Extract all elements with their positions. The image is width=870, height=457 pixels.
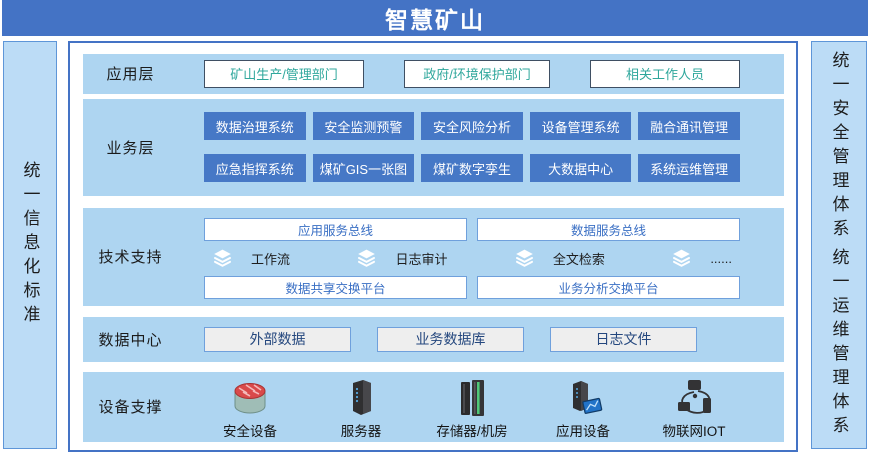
page-title: 智慧矿山 bbox=[385, 1, 485, 35]
right-standard-panel: 统一安全管理体系 统一运维管理体系 bbox=[811, 41, 867, 449]
device-iot: 物联网IOT bbox=[648, 378, 740, 440]
architecture-body: 应用层 矿山生产/管理部门 政府/环境保护部门 相关工作人员 业务层 数据治理系… bbox=[68, 41, 798, 452]
ops-system-label: 统一运维管理体系 bbox=[831, 248, 848, 440]
business-row-1: 数据治理系统 安全监测预警 安全风险分析 设备管理系统 融合通讯管理 bbox=[204, 112, 740, 140]
external-data-box: 外部数据 bbox=[204, 327, 351, 352]
device-support-items: 安全设备 服务器 bbox=[178, 372, 784, 442]
data-center-items: 外部数据 业务数据库 日志文件 bbox=[178, 317, 784, 362]
middleware-fulltext-search: 全文检索 bbox=[514, 248, 605, 268]
service-bus-line: 应用服务总线 数据服务总线 bbox=[204, 218, 740, 241]
biz-node-safety-monitoring: 安全监测预警 bbox=[313, 112, 415, 140]
fulltext-search-label: 全文检索 bbox=[553, 249, 605, 268]
layers-icon bbox=[671, 248, 692, 268]
layers-icon bbox=[356, 248, 377, 268]
middleware-workflow: 工作流 bbox=[212, 248, 290, 268]
smart-mine-architecture-diagram: 智慧矿山 统一信息化标准 统一安全管理体系 统一运维管理体系 应用层 矿山生产/… bbox=[0, 0, 870, 457]
left-standard-panel: 统一信息化标准 bbox=[3, 41, 57, 449]
device-support-row: 设备支撑 安全设备 bbox=[83, 372, 784, 442]
data-service-bus: 数据服务总线 bbox=[477, 218, 740, 241]
tech-support-label: 技术支持 bbox=[83, 208, 178, 306]
biz-node-data-governance: 数据治理系统 bbox=[204, 112, 306, 140]
more-services-label: ...... bbox=[710, 251, 732, 266]
layers-icon bbox=[212, 248, 233, 268]
workflow-label: 工作流 bbox=[251, 249, 290, 268]
security-system-label: 统一安全管理体系 bbox=[831, 51, 848, 243]
business-layer-label: 业务层 bbox=[83, 99, 178, 196]
device-application: 应用设备 bbox=[537, 378, 629, 440]
biz-node-device-management: 设备管理系统 bbox=[530, 112, 632, 140]
middleware-more: ...... bbox=[671, 248, 732, 268]
business-analysis-platform: 业务分析交换平台 bbox=[477, 276, 740, 299]
business-database-box: 业务数据库 bbox=[377, 327, 524, 352]
title-banner: 智慧矿山 bbox=[2, 0, 868, 36]
biz-node-gis-map: 煤矿GIS一张图 bbox=[313, 154, 415, 182]
exchange-platform-line: 数据共享交换平台 业务分析交换平台 bbox=[204, 276, 740, 299]
data-sharing-platform: 数据共享交换平台 bbox=[204, 276, 467, 299]
log-file-box: 日志文件 bbox=[550, 327, 697, 352]
app-service-bus: 应用服务总线 bbox=[204, 218, 467, 241]
storage-room-label: 存储器/机房 bbox=[436, 420, 507, 440]
biz-node-emergency-command: 应急指挥系统 bbox=[204, 154, 306, 182]
data-center-row: 数据中心 外部数据 业务数据库 日志文件 bbox=[83, 317, 784, 362]
business-layer-row: 业务层 数据治理系统 安全监测预警 安全风险分析 设备管理系统 融合通讯管理 应… bbox=[83, 99, 784, 196]
biz-node-risk-analysis: 安全风险分析 bbox=[421, 112, 523, 140]
application-layer-items: 矿山生产/管理部门 政府/环境保护部门 相关工作人员 bbox=[178, 54, 784, 94]
iot-network-icon bbox=[670, 378, 718, 418]
middleware-line: 工作流 日志审计 bbox=[204, 248, 740, 268]
middleware-log-audit: 日志审计 bbox=[356, 248, 447, 268]
biz-node-ops-management: 系统运维管理 bbox=[638, 154, 740, 182]
biz-node-big-data-center: 大数据中心 bbox=[530, 154, 632, 182]
iot-label: 物联网IOT bbox=[663, 420, 726, 440]
app-node-mine-production: 矿山生产/管理部门 bbox=[204, 60, 364, 88]
application-layer-row: 应用层 矿山生产/管理部门 政府/环境保护部门 相关工作人员 bbox=[83, 54, 784, 94]
app-device-icon bbox=[559, 378, 607, 418]
application-layer-label: 应用层 bbox=[83, 54, 178, 94]
layers-icon bbox=[514, 248, 535, 268]
tech-support-items: 应用服务总线 数据服务总线 工作流 bbox=[178, 208, 784, 306]
biz-node-comm-management: 融合通讯管理 bbox=[638, 112, 740, 140]
business-layer-items: 数据治理系统 安全监测预警 安全风险分析 设备管理系统 融合通讯管理 应急指挥系… bbox=[178, 99, 784, 196]
app-node-government-env: 政府/环境保护部门 bbox=[404, 60, 550, 88]
device-support-label: 设备支撑 bbox=[83, 372, 178, 442]
app-node-related-staff: 相关工作人员 bbox=[590, 60, 740, 88]
tech-support-row: 技术支持 应用服务总线 数据服务总线 工作流 bbox=[83, 208, 784, 306]
security-device-label: 安全设备 bbox=[223, 420, 277, 440]
log-audit-label: 日志审计 bbox=[395, 249, 447, 268]
device-server: 服务器 bbox=[315, 378, 407, 440]
storage-rack-icon bbox=[448, 378, 496, 418]
app-device-label: 应用设备 bbox=[556, 420, 610, 440]
server-icon bbox=[337, 378, 385, 418]
server-label: 服务器 bbox=[341, 420, 382, 440]
device-storage: 存储器/机房 bbox=[426, 378, 518, 440]
biz-node-digital-twin: 煤矿数字孪生 bbox=[421, 154, 523, 182]
left-panel-label: 统一信息化标准 bbox=[22, 161, 39, 329]
device-security: 安全设备 bbox=[204, 378, 296, 440]
data-center-label: 数据中心 bbox=[83, 317, 178, 362]
business-row-2: 应急指挥系统 煤矿GIS一张图 煤矿数字孪生 大数据中心 系统运维管理 bbox=[204, 154, 740, 182]
firewall-icon bbox=[226, 378, 274, 418]
